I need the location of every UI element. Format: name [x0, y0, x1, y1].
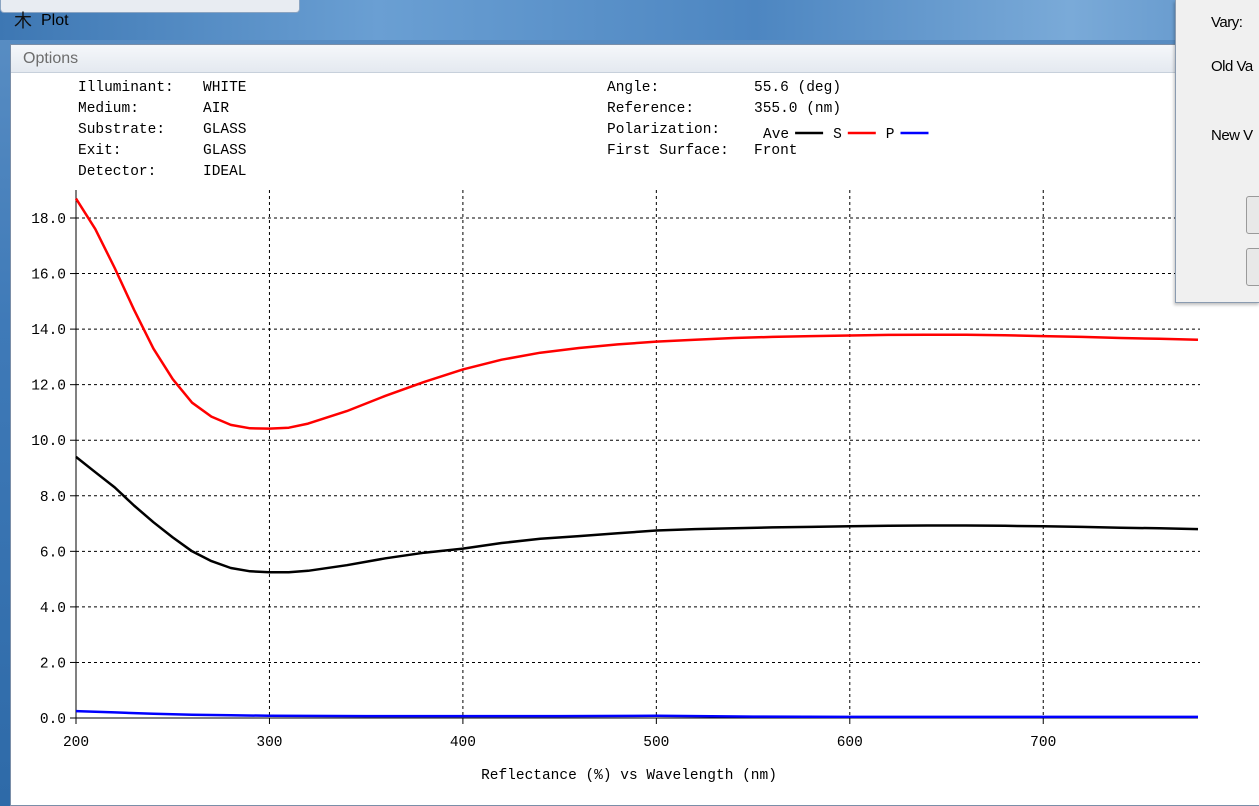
old-value-label: Old Va [1211, 58, 1253, 75]
grid [76, 190, 1200, 718]
series-line-p [75, 709, 1198, 719]
x-tick-label: 700 [1030, 735, 1056, 751]
x-tick-label: 600 [837, 735, 863, 751]
x-tick-label: 500 [643, 735, 669, 751]
vary-label: Vary: [1211, 14, 1243, 31]
y-tick-label: 2.0 [40, 656, 66, 672]
y-tick-label: 6.0 [40, 545, 66, 561]
y-tick-label: 10.0 [31, 434, 66, 450]
reflectance-chart: Ave S P 0.0 2.0 4.0 6.0 8.0 10.0 12.0 14.0 16.0 18.… [31, 127, 1200, 784]
side-button-1[interactable] [1246, 196, 1259, 234]
series-lines [74, 197, 1199, 719]
side-button-2[interactable] [1246, 248, 1259, 286]
y-tick-label: 12.0 [31, 379, 66, 395]
new-value-label: New V [1211, 127, 1253, 144]
tick-labels: 0.0 2.0 4.0 6.0 8.0 10.0 12.0 14.0 16.0 18.0 200 30… [31, 212, 1056, 751]
series-line-ave [75, 455, 1199, 574]
y-tick-label: 0.0 [40, 712, 66, 728]
vary-side-panel: Vary: Old Va New V [1175, 0, 1259, 303]
y-tick-label: 14.0 [31, 323, 66, 339]
y-tick-label: 18.0 [31, 212, 66, 228]
legend-label-ave: Ave [763, 127, 789, 143]
series-line-s [74, 197, 1199, 430]
legend-label-s: S [833, 127, 842, 143]
axes [70, 190, 1198, 724]
x-axis-label: Reflectance (%) vs Wavelength (nm) [481, 768, 777, 784]
x-tick-label: 200 [63, 735, 89, 751]
y-tick-label: 16.0 [31, 268, 66, 284]
legend: Ave S P [763, 127, 929, 143]
x-tick-label: 300 [256, 735, 282, 751]
y-tick-label: 4.0 [40, 601, 66, 617]
legend-label-p: P [886, 127, 895, 143]
y-tick-label: 8.0 [40, 490, 66, 506]
x-tick-label: 400 [450, 735, 476, 751]
